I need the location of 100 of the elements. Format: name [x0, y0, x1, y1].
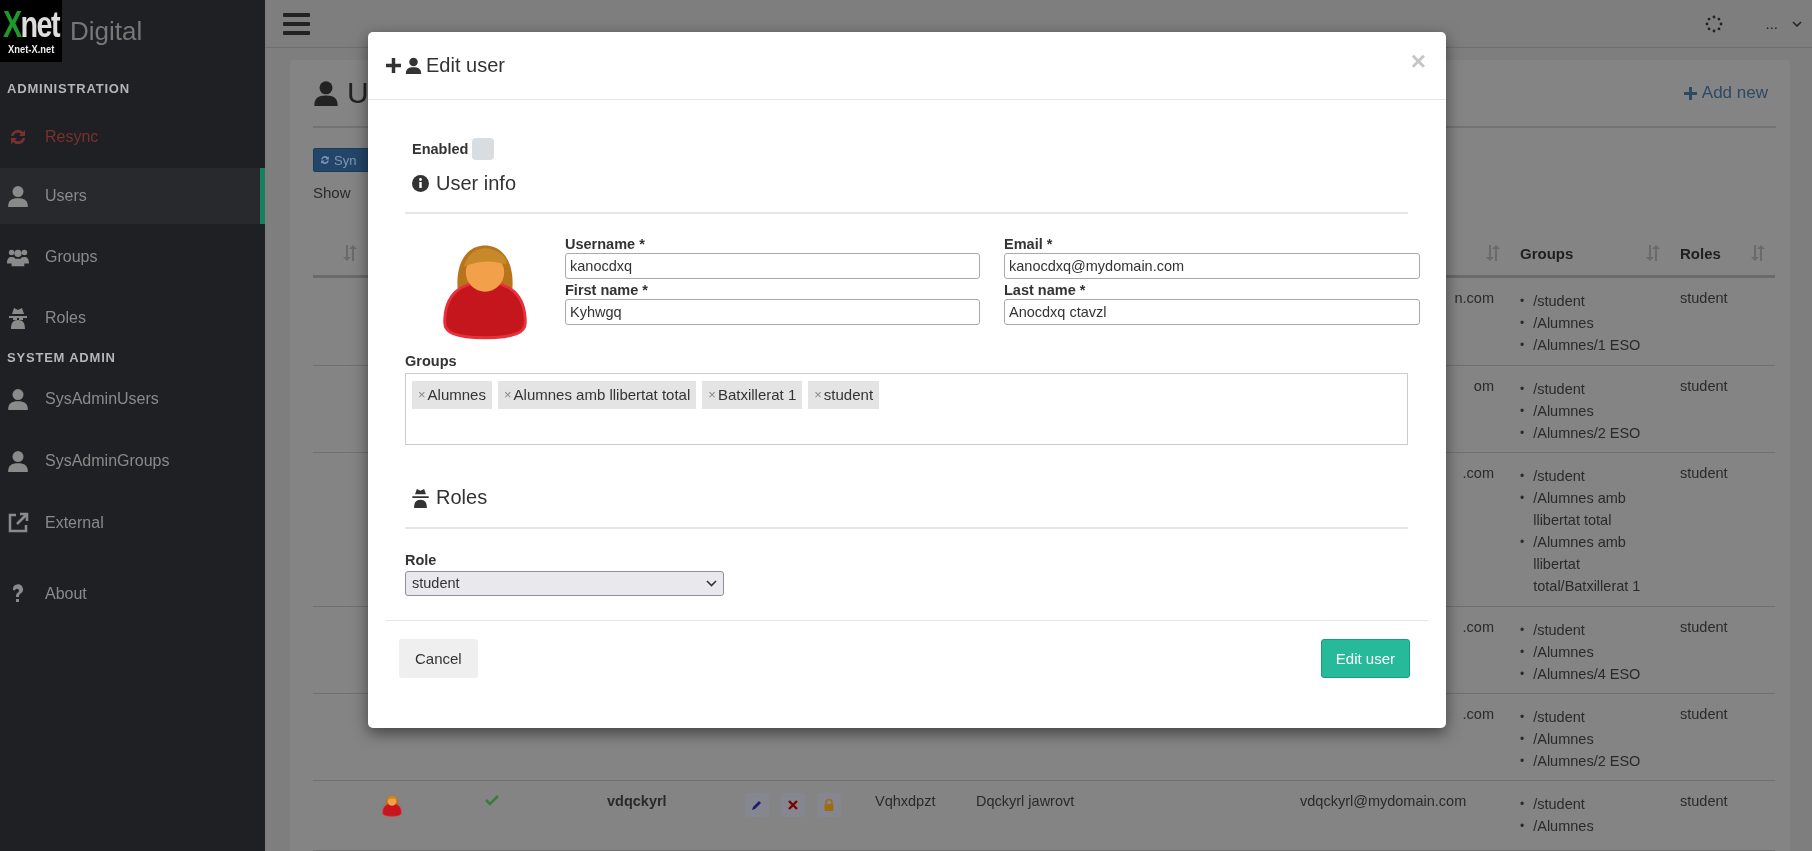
pencil-icon: [751, 799, 763, 811]
enabled-checkbox[interactable]: [472, 138, 495, 160]
caret-icon: [1792, 20, 1802, 27]
group-item: /Alumnes: [1533, 402, 1594, 421]
role-cell: student: [1680, 290, 1728, 306]
email-cell: .com: [1462, 706, 1494, 722]
group-item: /Alumnes: [1533, 643, 1594, 662]
text-field[interactable]: Kyhwgq: [565, 299, 980, 325]
sort-icon: [1751, 245, 1765, 261]
group-item: /Alumnes: [1533, 314, 1594, 333]
list-bullet: •: [1520, 468, 1525, 485]
role-select[interactable]: student: [405, 570, 724, 596]
user-icon: [313, 80, 339, 106]
remove-tag-button[interactable]: ×: [418, 387, 426, 403]
sidebar-item[interactable]: Groups: [0, 224, 265, 290]
user-icon: [7, 185, 29, 207]
avatar-icon: [381, 793, 403, 818]
lock-icon: [824, 799, 834, 811]
user-menu[interactable]: ...: [1765, 15, 1802, 32]
field-label: Last name *: [1004, 282, 1087, 298]
text-field[interactable]: Anocdxq ctavzl: [1004, 299, 1420, 325]
group-item: /student: [1533, 708, 1585, 727]
role-cell: student: [1680, 465, 1728, 481]
role-cell: student: [1680, 793, 1728, 809]
group-item: /Alumnes/1 ESO: [1533, 336, 1641, 355]
remove-tag-button[interactable]: ×: [708, 387, 716, 403]
field-label: Email *: [1004, 236, 1054, 252]
user-icon: [405, 57, 422, 74]
sync-icon: [319, 154, 331, 166]
remove-tag-button[interactable]: ×: [814, 387, 822, 403]
list-bullet: •: [1520, 731, 1525, 748]
group-item: /Alumnes amb llibertat total: [1533, 489, 1627, 530]
cancel-button[interactable]: Cancel: [399, 638, 478, 678]
list-bullet: •: [1520, 337, 1525, 354]
user-icon: [7, 388, 29, 410]
group-item: /student: [1533, 467, 1585, 486]
group-icon: [7, 247, 29, 267]
sidebar-item[interactable]: SysAdminGroups: [0, 430, 265, 492]
sidebar-item[interactable]: SysAdminUsers: [0, 368, 265, 430]
sidebar-section-title: ADMINISTRATION: [6, 79, 131, 98]
external-link-icon: [7, 512, 29, 534]
field-label: First name *: [565, 282, 649, 298]
add-new-link[interactable]: Add new: [1683, 83, 1768, 103]
list-bullet: •: [1520, 709, 1525, 726]
group-tag[interactable]: ×Alumnes amb llibertat total: [497, 380, 697, 409]
close-icon: [788, 800, 798, 810]
username-cell: vdqckyrl: [607, 793, 667, 809]
submit-button[interactable]: Edit user: [1320, 638, 1410, 678]
list-bullet: •: [1520, 381, 1525, 398]
field-label: Groups: [405, 352, 457, 369]
list-bullet: •: [1520, 403, 1525, 420]
field-label: Role: [405, 551, 437, 568]
sidebar-item[interactable]: Users: [0, 168, 265, 224]
text-field[interactable]: kanocdxq@mydomain.com: [1004, 253, 1420, 279]
sidebar-item[interactable]: External: [0, 492, 265, 554]
email-cell: .com: [1462, 465, 1494, 481]
group-tag[interactable]: ×student: [808, 380, 880, 409]
plus-icon: [386, 58, 401, 73]
delete-button[interactable]: [781, 793, 805, 817]
text-field[interactable]: kanocdxq: [565, 253, 980, 279]
remove-tag-button[interactable]: ×: [503, 387, 512, 403]
sort-icon: [1486, 245, 1500, 261]
question-icon: [11, 584, 25, 604]
sort-icon: [343, 245, 357, 261]
column-header[interactable]: Roles: [1680, 244, 1721, 262]
group-item: /Alumnes/2 ESO: [1533, 752, 1641, 771]
sidebar-item[interactable]: Roles: [0, 290, 265, 346]
groups-field[interactable]: ×Alumnes ×Alumnes amb llibertat total ×Batxillerat 1 ×student: [405, 372, 1408, 445]
spinner-icon: [1705, 14, 1724, 33]
group-item: /Alumnes amb llibertat total/Batxillerat 1: [1533, 533, 1642, 596]
group-item: /student: [1533, 380, 1585, 399]
sidebar-item[interactable]: About: [0, 554, 265, 634]
column-header[interactable]: Groups: [1520, 244, 1574, 262]
role-cell: student: [1680, 706, 1728, 722]
enabled-label: Enabled: [412, 141, 469, 157]
group-item: /student: [1533, 795, 1585, 814]
group-item: /student: [1533, 292, 1585, 311]
list-bullet: •: [1520, 425, 1525, 442]
first-name-cell-text: Vqhxdpzt: [874, 793, 936, 809]
list-bullet: •: [1520, 293, 1525, 310]
section-title: User info: [436, 171, 517, 195]
brand-name: Digital: [70, 15, 143, 47]
menu-icon[interactable]: [283, 12, 310, 35]
group-item: /Alumnes/2 ESO: [1533, 424, 1641, 443]
email-cell: om: [1473, 378, 1494, 394]
edit-button[interactable]: [745, 793, 769, 817]
list-bullet: •: [1520, 490, 1525, 507]
info-icon: [412, 174, 429, 192]
list-bullet: •: [1520, 666, 1525, 683]
spy-icon: [9, 307, 27, 329]
email-cell: vdqckyrl@mydomain.com: [1300, 793, 1467, 809]
group-item: /Alumnes: [1533, 817, 1594, 836]
list-bullet: •: [1520, 534, 1525, 551]
spy-icon: [412, 487, 429, 508]
group-tag[interactable]: ×Batxillerat 1: [702, 380, 803, 409]
plus-icon: [1683, 86, 1697, 100]
show-label: Show: [313, 184, 351, 201]
page-title: U: [347, 76, 369, 110]
dialog-title: Edit user: [426, 54, 505, 77]
group-tag[interactable]: ×Alumnes: [412, 380, 492, 409]
